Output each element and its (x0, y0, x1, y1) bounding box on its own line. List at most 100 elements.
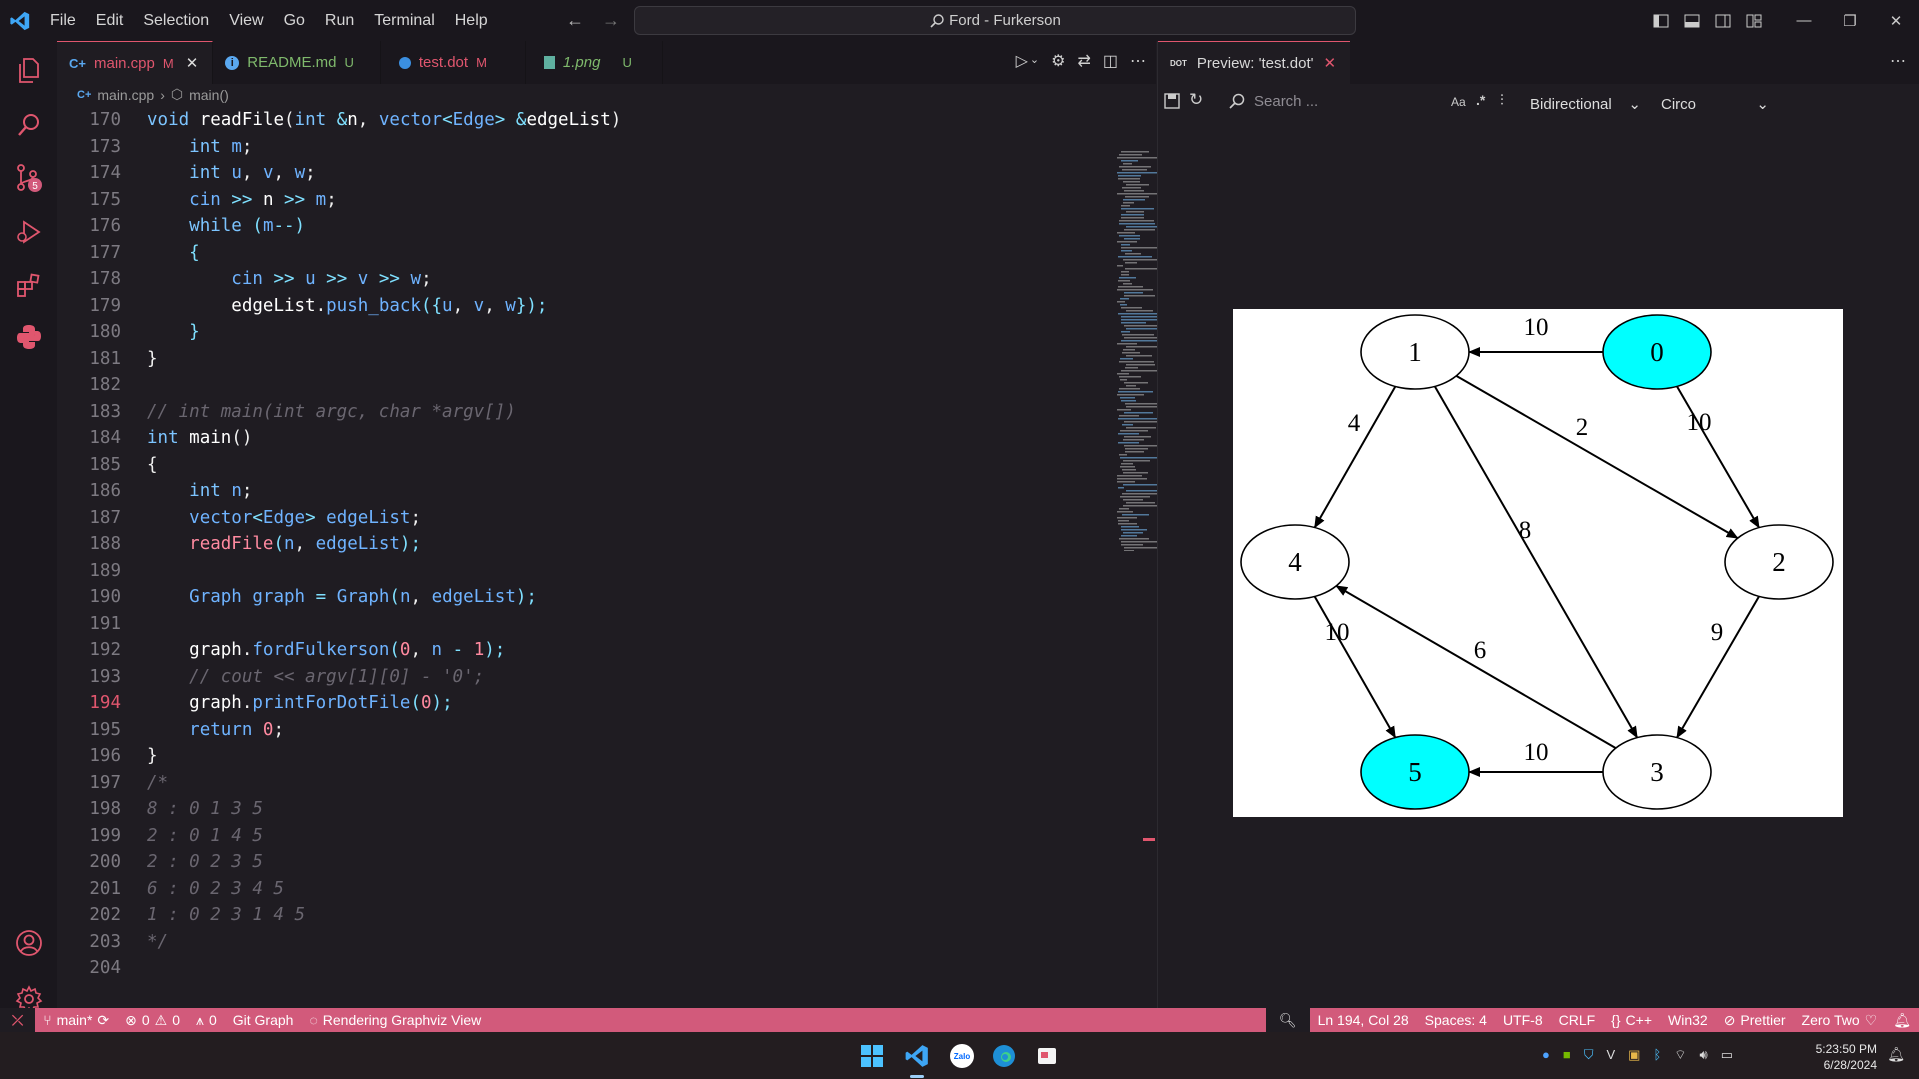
code-line[interactable]: 185 { (57, 452, 1057, 479)
tab-readme[interactable]: i README.md U (213, 41, 381, 84)
code-line[interactable]: 195 return 0; (57, 717, 1057, 744)
notification-bell-icon[interactable]: 🔔︎ (1887, 1046, 1905, 1063)
problems-indicator[interactable]: ⊗ 0 ⚠ 0 (117, 1012, 188, 1029)
code-line[interactable]: 170 void readFile(int &n, vector<Edge> &e… (57, 107, 1057, 134)
menu-help[interactable]: Help (445, 0, 498, 41)
preview-search[interactable]: Search ... (1228, 92, 1468, 110)
layout-select[interactable]: Circo ⌄ (1661, 89, 1769, 119)
code-line[interactable]: 201 6 : 0 2 3 4 5 (57, 876, 1057, 903)
code-line[interactable]: 203 */ (57, 929, 1057, 956)
close-tab-icon[interactable]: ✕ (1324, 54, 1337, 72)
code-line[interactable]: 198 8 : 0 1 3 5 (57, 796, 1057, 823)
code-line[interactable]: 186 int n; (57, 478, 1057, 505)
restore-icon[interactable]: ❐ (1827, 12, 1873, 30)
match-case-icon[interactable]: Aa (1451, 95, 1466, 109)
breadcrumb-symbol[interactable]: main() (189, 87, 229, 103)
command-center[interactable]: Ford - Furkerson (634, 6, 1356, 35)
tab-test-dot[interactable]: test.dot M (381, 41, 526, 84)
code-line[interactable]: 179 edgeList.push_back({u, v, w}); (57, 293, 1057, 320)
volume-icon[interactable]: 🔊︎ (1700, 1047, 1708, 1063)
toggle-panel-icon[interactable] (1676, 14, 1707, 28)
search-icon[interactable] (0, 101, 57, 149)
code-editor[interactable]: 170 void readFile(int &n, vector<Edge> &e… (57, 107, 1057, 982)
menu-file[interactable]: File (40, 0, 86, 41)
tab-main-cpp[interactable]: C+ main.cpp M ✕ (57, 41, 214, 84)
platform[interactable]: Win32 (1660, 1012, 1716, 1028)
back-arrow-icon[interactable]: ← (566, 10, 584, 31)
customize-layout-icon[interactable] (1738, 14, 1769, 28)
code-line[interactable]: 202 1 : 0 2 3 1 4 5 (57, 902, 1057, 929)
taskbar-zalo-icon[interactable]: Zalo (946, 1040, 978, 1072)
code-line[interactable]: 182 (57, 372, 1057, 399)
close-window-icon[interactable]: ✕ (1873, 12, 1919, 30)
rendering-status[interactable]: ◌ Rendering Graphviz View (301, 1012, 489, 1028)
battery-icon[interactable]: ▭ (1721, 1047, 1733, 1063)
tab-preview-test-dot[interactable]: DOT Preview: 'test.dot' ✕ (1158, 41, 1350, 84)
tray-zalo-icon[interactable]: ● (1542, 1047, 1550, 1063)
indentation[interactable]: Spaces: 4 (1417, 1012, 1495, 1028)
code-line[interactable]: 204 (57, 955, 1057, 982)
git-graph-button[interactable]: Git Graph (225, 1012, 302, 1028)
sync-icon[interactable]: ⟳ (97, 1012, 109, 1029)
menu-terminal[interactable]: Terminal (364, 0, 444, 41)
regex-icon[interactable]: .* (1476, 92, 1485, 108)
refresh-icon[interactable]: ↻ (1189, 90, 1203, 110)
python-icon[interactable] (0, 313, 57, 361)
code-line[interactable]: 175 cin >> n >> m; (57, 187, 1057, 214)
code-line[interactable]: 173 int m; (57, 134, 1057, 161)
zoom-indicator[interactable]: 🔍︎ (1265, 1008, 1310, 1032)
encoding[interactable]: UTF-8 (1495, 1012, 1551, 1028)
code-line[interactable]: 174 int u, v, w; (57, 160, 1057, 187)
code-line[interactable]: 200 2 : 0 2 3 5 (57, 849, 1057, 876)
code-line[interactable]: 189 (57, 558, 1057, 585)
toggle-primary-sidebar-icon[interactable] (1645, 14, 1676, 28)
code-line[interactable]: 193 // cout << argv[1][0] - '0'; (57, 664, 1057, 691)
bluetooth-icon[interactable]: ᛒ (1653, 1047, 1661, 1063)
code-line[interactable]: 190 Graph graph = Graph(n, edgeList); (57, 584, 1057, 611)
explorer-icon[interactable] (0, 47, 57, 95)
menu-view[interactable]: View (219, 0, 273, 41)
cursor-position[interactable]: Ln 194, Col 28 (1310, 1012, 1417, 1028)
breadcrumb-file[interactable]: main.cpp (97, 87, 154, 103)
toggle-secondary-sidebar-icon[interactable] (1707, 14, 1738, 28)
taskbar-edge-icon[interactable] (988, 1040, 1020, 1072)
notifications-indicator[interactable]: 🔔︎ (1885, 1012, 1919, 1029)
run-code-icon[interactable]: ▷ (1016, 51, 1028, 71)
start-windows-icon[interactable] (856, 1040, 888, 1072)
menu-selection[interactable]: Selection (133, 0, 219, 41)
code-line[interactable]: 188 readFile(n, edgeList); (57, 531, 1057, 558)
more-actions-icon[interactable]: ⋯ (1130, 51, 1146, 71)
tab-1-png[interactable]: 1.png U (526, 41, 663, 84)
chevron-down-icon[interactable]: ⌄ (1030, 51, 1039, 71)
run-debug-icon[interactable] (0, 208, 57, 256)
ports-indicator[interactable]: ⩚ 0 (188, 1012, 225, 1029)
extensions-icon[interactable] (0, 261, 57, 309)
code-line[interactable]: 177 { (57, 240, 1057, 267)
save-icon[interactable] (1164, 93, 1180, 114)
theme-indicator[interactable]: Zero Two ♡ (1794, 1012, 1886, 1029)
tray-shield-icon[interactable]: ⛉ (1584, 1047, 1594, 1063)
tray-v-icon[interactable]: V (1606, 1047, 1615, 1063)
language-mode[interactable]: {} C++ (1603, 1012, 1660, 1028)
code-line[interactable]: 183 // int main(int argc, char *argv[]) (57, 399, 1057, 426)
taskbar-snipping-icon[interactable] (1031, 1040, 1063, 1072)
close-tab-icon[interactable]: ✕ (186, 54, 199, 72)
code-line[interactable]: 197 /* (57, 770, 1057, 797)
code-line[interactable]: 178 cin >> u >> v >> w; (57, 266, 1057, 293)
code-line[interactable]: 176 while (m--) (57, 213, 1057, 240)
code-line[interactable]: 196} (57, 743, 1057, 770)
prettier-indicator[interactable]: ⊘ Prettier (1716, 1012, 1794, 1029)
gear-icon[interactable]: ⚙ (1051, 51, 1065, 71)
code-line[interactable]: 181} (57, 346, 1057, 373)
accounts-icon[interactable] (0, 919, 57, 967)
clock[interactable]: 5:23:50 PM 6/28/2024 (1816, 1041, 1877, 1073)
code-line[interactable]: 199 2 : 0 1 4 5 (57, 823, 1057, 850)
code-line[interactable]: 191 (57, 611, 1057, 638)
menu-run[interactable]: Run (315, 0, 364, 41)
menu-go[interactable]: Go (274, 0, 315, 41)
code-line[interactable]: 184 int main() (57, 425, 1057, 452)
open-changes-icon[interactable]: ⇄ (1077, 51, 1090, 71)
end-of-line[interactable]: CRLF (1551, 1012, 1604, 1028)
code-line[interactable]: 192 graph.fordFulkerson(0, n - 1); (57, 637, 1057, 664)
code-line[interactable]: 180 } (57, 319, 1057, 346)
